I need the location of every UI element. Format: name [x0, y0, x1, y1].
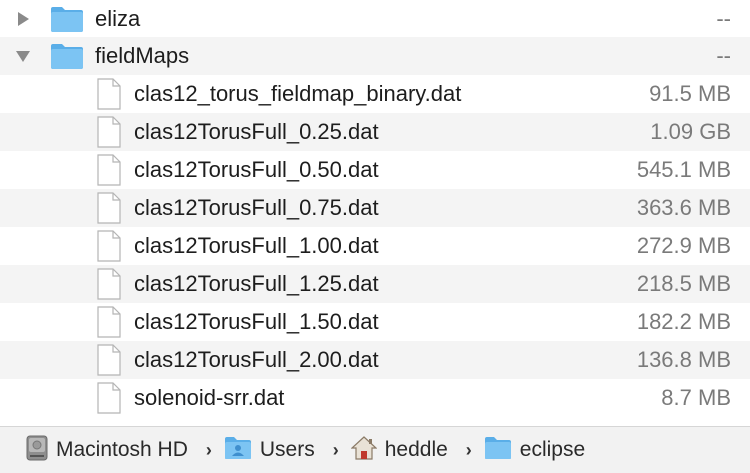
list-item-file[interactable]: clas12TorusFull_0.25.dat 1.09 GB	[0, 113, 750, 151]
disclosure-expanded-icon[interactable]	[14, 47, 32, 65]
document-icon	[96, 230, 122, 262]
path-item-heddle[interactable]: heddle	[350, 435, 448, 465]
list-item-folder-fieldmaps[interactable]: fieldMaps --	[0, 37, 750, 75]
file-size: 8.7 MB	[661, 385, 731, 410]
list-item-file[interactable]: clas12TorusFull_1.25.dat 218.5 MB	[0, 265, 750, 303]
document-icon	[96, 116, 122, 148]
file-name: clas12TorusFull_2.00.dat	[134, 347, 379, 372]
path-item-eclipse[interactable]: eclipse	[484, 436, 585, 465]
list-item-file[interactable]: clas12TorusFull_0.50.dat 545.1 MB	[0, 151, 750, 189]
file-name: clas12TorusFull_1.00.dat	[134, 233, 379, 258]
list-item-file[interactable]: clas12TorusFull_2.00.dat 136.8 MB	[0, 341, 750, 379]
file-name: clas12TorusFull_0.25.dat	[134, 119, 379, 144]
file-size: 1.09 GB	[650, 119, 731, 144]
list-item-file[interactable]: clas12TorusFull_0.75.dat 363.6 MB	[0, 189, 750, 227]
file-size: 545.1 MB	[636, 157, 731, 182]
document-icon	[96, 268, 122, 300]
folder-icon	[50, 42, 84, 70]
path-bar: Macintosh HD › Users › heddle › eclipse	[0, 426, 750, 473]
disclosure-collapsed-icon[interactable]	[14, 10, 32, 28]
folder-name: fieldMaps	[95, 43, 190, 68]
path-item-label: Users	[259, 438, 315, 461]
file-name: solenoid-srr.dat	[134, 385, 285, 410]
file-name: clas12TorusFull_0.75.dat	[134, 195, 379, 220]
path-separator: ›	[332, 439, 339, 460]
file-name: clas12TorusFull_1.25.dat	[134, 271, 379, 296]
document-icon	[96, 78, 122, 110]
file-size: 218.5 MB	[636, 271, 731, 296]
path-item-macintosh-hd[interactable]: Macintosh HD	[26, 435, 188, 466]
file-size: 272.9 MB	[636, 233, 731, 258]
file-list: eliza -- fieldMaps -- clas12_torus_field…	[0, 0, 750, 417]
folder-size: --	[716, 5, 731, 31]
file-name: clas12TorusFull_1.50.dat	[134, 309, 379, 334]
users-folder-icon	[224, 436, 252, 465]
path-item-label: heddle	[384, 438, 448, 461]
home-icon	[350, 435, 378, 465]
file-name: clas12_torus_fieldmap_binary.dat	[134, 81, 462, 106]
folder-name: eliza	[95, 5, 141, 31]
path-separator: ›	[465, 439, 472, 460]
path-item-label: eclipse	[519, 438, 586, 461]
file-size: 91.5 MB	[649, 81, 731, 106]
file-name: clas12TorusFull_0.50.dat	[134, 157, 379, 182]
path-separator: ›	[205, 439, 212, 460]
path-item-label: Macintosh HD	[56, 438, 188, 461]
folder-icon	[484, 436, 512, 465]
path-item-users[interactable]: Users	[224, 436, 315, 465]
file-size: 182.2 MB	[636, 309, 731, 334]
hard-drive-icon	[26, 435, 48, 466]
list-item-file[interactable]: solenoid-srr.dat 8.7 MB	[0, 379, 750, 417]
file-size: 136.8 MB	[636, 347, 731, 372]
document-icon	[96, 192, 122, 224]
list-item-file[interactable]: clas12TorusFull_1.00.dat 272.9 MB	[0, 227, 750, 265]
list-item-folder-eliza[interactable]: eliza --	[0, 0, 750, 37]
file-size: 363.6 MB	[636, 195, 731, 220]
folder-size: --	[716, 43, 731, 68]
folder-icon	[50, 5, 84, 33]
document-icon	[96, 306, 122, 338]
document-icon	[96, 344, 122, 376]
list-item-file[interactable]: clas12_torus_fieldmap_binary.dat 91.5 MB	[0, 75, 750, 113]
document-icon	[96, 154, 122, 186]
list-item-file[interactable]: clas12TorusFull_1.50.dat 182.2 MB	[0, 303, 750, 341]
document-icon	[96, 382, 122, 414]
